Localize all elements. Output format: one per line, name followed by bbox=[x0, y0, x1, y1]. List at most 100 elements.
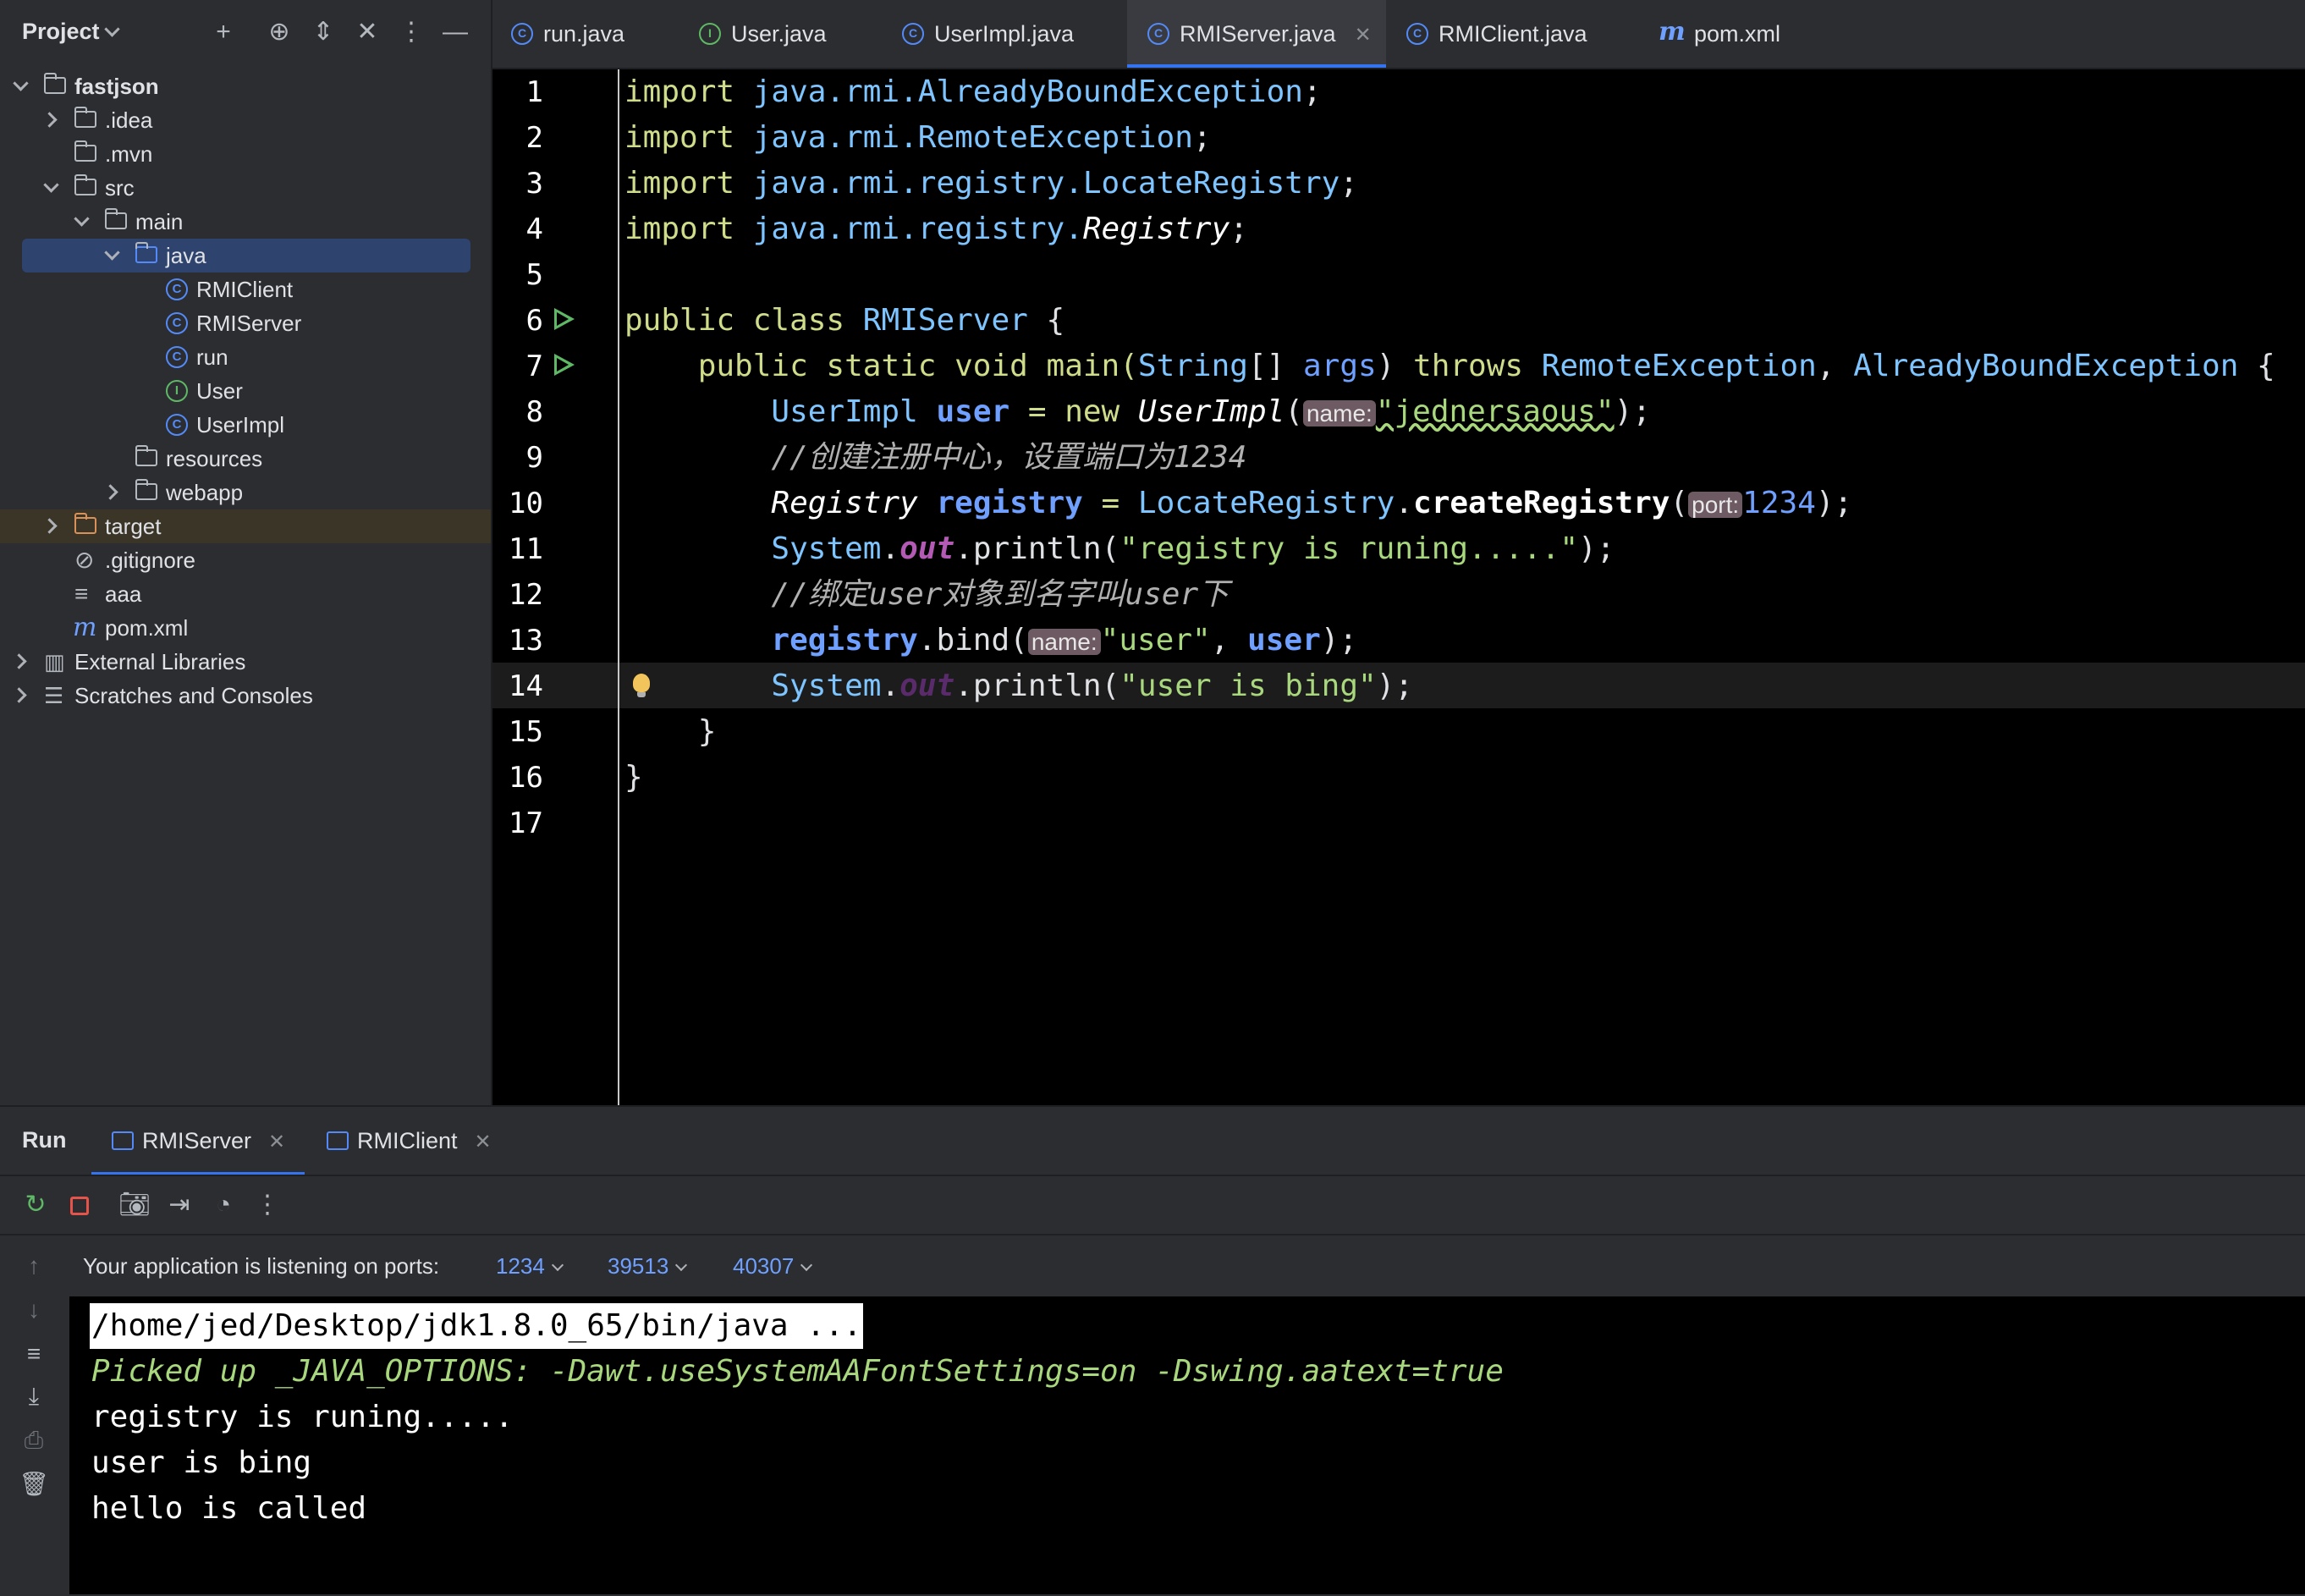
code-line-16: } bbox=[624, 760, 643, 795]
tree-item-src[interactable]: src bbox=[0, 171, 491, 205]
tree-item-user[interactable]: I User bbox=[0, 374, 491, 408]
code-line-14: System.out.println("user is bing"); bbox=[771, 669, 1414, 703]
interface-icon: I bbox=[699, 22, 721, 45]
tree-item-gitignore[interactable]: ⊘ .gitignore bbox=[0, 543, 491, 577]
rerun-icon[interactable]: ↻ bbox=[20, 1190, 51, 1220]
maven-icon: m bbox=[1659, 16, 1686, 47]
scroll-to-end-icon[interactable]: ⤓ bbox=[19, 1381, 49, 1412]
class-icon: C bbox=[166, 414, 188, 436]
code-line-4: import java.rmi.registry.Registry; bbox=[624, 212, 1248, 246]
run-tabs-divider bbox=[0, 1175, 2305, 1176]
close-run-tab-icon[interactable]: ✕ bbox=[475, 1131, 492, 1153]
folder-icon bbox=[105, 208, 127, 229]
tree-item-main[interactable]: main bbox=[0, 205, 491, 239]
tab-userimpl-java[interactable]: C UserImpl.java bbox=[902, 0, 1074, 68]
tree-item-external-libraries[interactable]: ▥ External Libraries bbox=[0, 645, 491, 679]
class-icon: C bbox=[166, 278, 188, 300]
console-line: /home/jed/Desktop/jdk1.8.0_65/bin/java .… bbox=[90, 1303, 864, 1349]
hide-panel-icon[interactable]: — bbox=[438, 15, 472, 49]
code-line-7: public static void main(String[] args) t… bbox=[697, 349, 2275, 383]
maven-icon: m bbox=[73, 613, 97, 642]
run-tab-rmiclient[interactable]: RMIClient ✕ bbox=[327, 1105, 492, 1176]
dashboard-icon[interactable]: ◔ bbox=[208, 1190, 239, 1220]
folder-icon bbox=[74, 174, 96, 195]
soft-wrap-icon[interactable]: ≡ bbox=[19, 1339, 49, 1369]
code-line-10: Registry registry = LocateRegistry.creat… bbox=[771, 486, 1853, 520]
tree-item-scratches[interactable]: ☰ Scratches and Consoles bbox=[0, 679, 491, 713]
tab-run-java[interactable]: Crun.java bbox=[511, 0, 624, 68]
tab-rmiclient-java[interactable]: C RMIClient.java bbox=[1406, 0, 1587, 68]
folder-icon bbox=[74, 107, 96, 128]
code-line-3: import java.rmi.registry.LocateRegistry; bbox=[624, 166, 1358, 201]
tree-item-pom[interactable]: m pom.xml bbox=[0, 611, 491, 645]
tree-item-run[interactable]: C run bbox=[0, 340, 491, 374]
line-number: 13 bbox=[509, 624, 543, 658]
code-line-12: //绑定user对象到名字叫user下 bbox=[771, 577, 1230, 612]
tree-item-rmiclient[interactable]: C RMIClient bbox=[0, 272, 491, 306]
line-number: 4 bbox=[525, 212, 543, 246]
expand-all-icon[interactable]: ⇕ bbox=[306, 15, 340, 49]
camera-icon[interactable]: 📷︎ bbox=[118, 1190, 151, 1220]
line-number: 11 bbox=[509, 532, 543, 566]
interface-icon: I bbox=[166, 380, 188, 402]
console-line: user is bing bbox=[91, 1445, 312, 1480]
parameter-hint: name: bbox=[1027, 629, 1101, 655]
more-options-icon[interactable]: ⋮ bbox=[394, 15, 428, 49]
tree-item-userimpl[interactable]: C UserImpl bbox=[0, 408, 491, 442]
tab-pom-xml[interactable]: m pom.xml bbox=[1659, 0, 1780, 68]
library-icon: ▥ bbox=[44, 649, 65, 674]
tree-item-rmiserver[interactable]: C RMIServer bbox=[0, 306, 491, 340]
close-tab-icon[interactable]: ✕ bbox=[1355, 24, 1372, 47]
print-icon[interactable]: ⎙ bbox=[19, 1425, 49, 1456]
port-dropdown[interactable]: 40307 bbox=[733, 1236, 813, 1296]
clear-all-icon[interactable]: 🗑︎ bbox=[19, 1469, 49, 1500]
stop-icon[interactable] bbox=[64, 1190, 95, 1220]
line-number: 17 bbox=[509, 806, 543, 840]
project-view-selector[interactable]: Project bbox=[22, 19, 120, 45]
run-config-icon bbox=[327, 1131, 349, 1150]
code-line-15: } bbox=[697, 714, 717, 749]
ports-bar: Your application is listening on ports: bbox=[83, 1253, 440, 1279]
line-number: 16 bbox=[509, 761, 543, 795]
port-dropdown[interactable]: 1234 bbox=[496, 1236, 564, 1296]
run-config-icon bbox=[112, 1131, 134, 1150]
code-line-8: UserImpl user = new UserImpl(name: "jedne… bbox=[771, 394, 1651, 429]
port-dropdown[interactable]: 39513 bbox=[608, 1236, 688, 1296]
line-number: 1 bbox=[525, 75, 543, 109]
add-icon[interactable]: + bbox=[206, 15, 240, 49]
tree-item-webapp[interactable]: webapp bbox=[0, 476, 491, 509]
exit-icon[interactable]: ⇥ bbox=[164, 1190, 195, 1220]
tree-item-idea[interactable]: .idea bbox=[0, 103, 491, 137]
line-number: 10 bbox=[509, 487, 543, 520]
class-icon: C bbox=[166, 346, 188, 368]
tab-user-java[interactable]: I User.java bbox=[699, 0, 827, 68]
text-file-icon: ≡ bbox=[74, 581, 89, 607]
code-line-11: System.out.println("registry is runing..… bbox=[771, 531, 1615, 566]
line-number: 12 bbox=[509, 578, 543, 612]
close-run-tab-icon[interactable]: ✕ bbox=[268, 1131, 285, 1153]
tree-item-fastjson[interactable]: fastjson bbox=[0, 69, 491, 103]
ignored-file-icon: ⊘ bbox=[74, 547, 95, 573]
tree-item-mvn[interactable]: .mvn bbox=[0, 137, 491, 171]
scroll-up-icon[interactable]: ↑ bbox=[19, 1251, 49, 1281]
tree-item-java[interactable]: java bbox=[22, 239, 470, 272]
tab-rmiserver-java[interactable]: C RMIServer.java ✕ bbox=[1127, 0, 1386, 68]
tree-item-target[interactable]: target bbox=[0, 509, 491, 543]
run-main-icon[interactable] bbox=[554, 354, 575, 376]
line-number: 3 bbox=[525, 167, 543, 201]
tree-item-aaa[interactable]: ≡ aaa bbox=[0, 577, 491, 611]
run-class-icon[interactable] bbox=[554, 308, 575, 330]
locate-icon[interactable]: ⊕ bbox=[262, 15, 296, 49]
tree-item-resources[interactable]: resources bbox=[0, 442, 491, 476]
line-number: 2 bbox=[525, 121, 543, 155]
code-line-9: //创建注册中心，设置端口为1234 bbox=[771, 440, 1247, 475]
line-number: 9 bbox=[525, 441, 543, 475]
console-line: Picked up _JAVA_OPTIONS: -Dawt.useSystem… bbox=[91, 1354, 1504, 1389]
line-number: 6 bbox=[525, 304, 543, 338]
chevron-down-icon bbox=[800, 1258, 813, 1272]
more-options-icon[interactable]: ⋮ bbox=[252, 1190, 283, 1220]
scroll-down-icon[interactable]: ↓ bbox=[19, 1295, 49, 1325]
code-line-1: import java.rmi.AlreadyBoundException; bbox=[624, 74, 1322, 109]
run-tab-rmiserver[interactable]: RMIServer ✕ bbox=[91, 1105, 305, 1176]
collapse-all-icon[interactable]: ✕ bbox=[350, 15, 384, 49]
